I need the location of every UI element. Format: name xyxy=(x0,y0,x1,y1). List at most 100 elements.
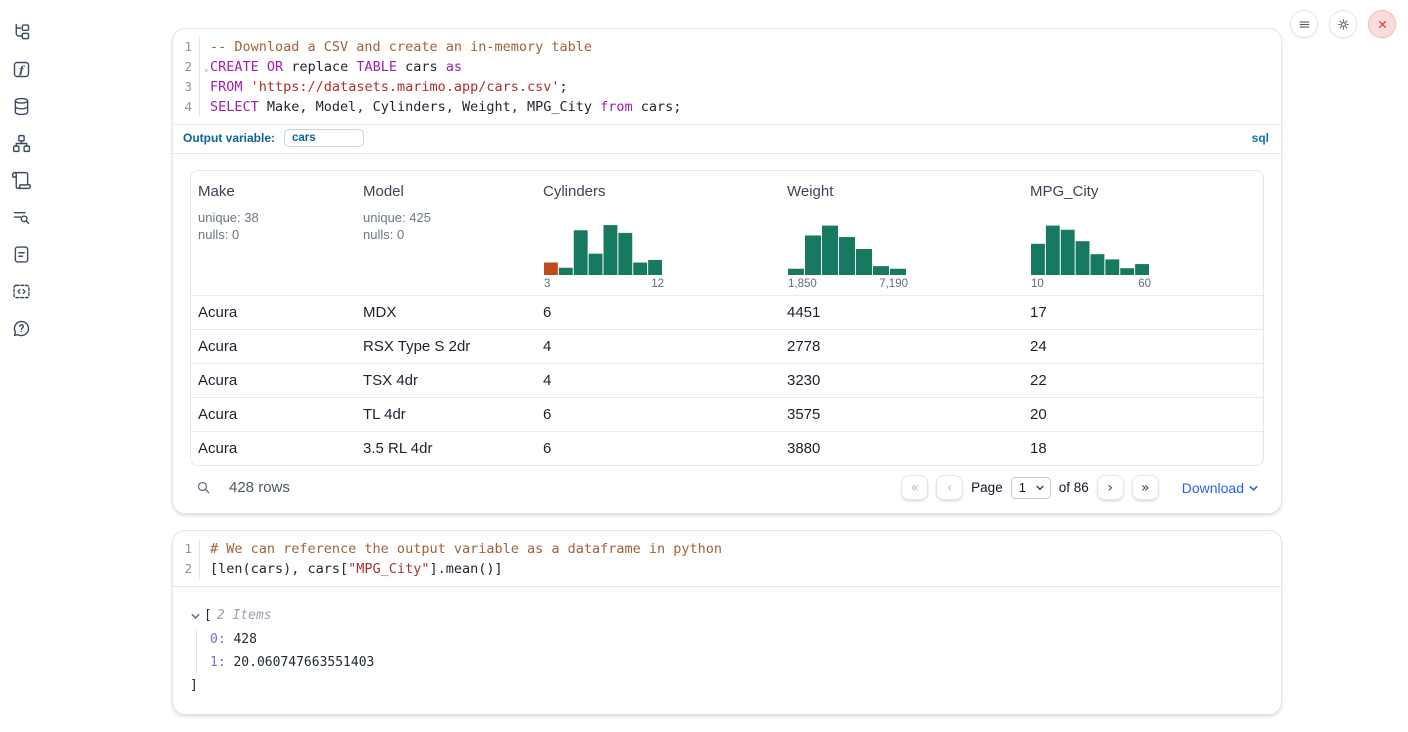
line-number: 2 xyxy=(173,559,200,579)
gear-icon xyxy=(1336,17,1351,32)
histogram-axis-labels: 10 60 xyxy=(1031,278,1151,290)
table-cell: 24 xyxy=(1023,330,1263,363)
code-text: [len(cars), cars["MPG_City"].mean()] xyxy=(210,559,503,579)
code-line[interactable]: 3 FROM 'https://datasets.marimo.app/cars.… xyxy=(173,77,1281,97)
code-line[interactable]: 2⌄ CREATE OR replace TABLE cars as xyxy=(173,57,1281,77)
table-cell: 2778 xyxy=(780,330,1023,363)
column-histogram[interactable]: 10 60 xyxy=(1031,223,1151,290)
file-tree-icon[interactable] xyxy=(11,21,33,43)
column-header[interactable]: MPG_City 10 60 xyxy=(1023,183,1263,295)
line-number: 1 xyxy=(173,539,200,559)
table-header-row: Makeunique: 38nulls: 0Modelunique: 425nu… xyxy=(191,171,1263,295)
page-select[interactable]: 1 xyxy=(1011,477,1051,499)
table-cell: 3880 xyxy=(780,432,1023,465)
next-page-button[interactable]: › xyxy=(1097,475,1124,500)
menu-button[interactable] xyxy=(1290,10,1318,38)
search-icon[interactable] xyxy=(195,479,212,496)
sql-output: Makeunique: 38nulls: 0Modelunique: 425nu… xyxy=(173,154,1281,513)
code-line[interactable]: 2 [len(cars), cars["MPG_City"].mean()] xyxy=(173,559,1281,579)
outline-search-icon[interactable] xyxy=(11,206,33,228)
tree-body: 0: 4281: 20.060747663551403 xyxy=(196,629,1264,674)
page-select-value: 1 xyxy=(1019,480,1026,495)
item-value: 428 xyxy=(226,632,257,647)
axis-label: 10 xyxy=(1031,278,1044,290)
table-cell: 18 xyxy=(1023,432,1263,465)
notebook: 1-- Download a CSV and create an in-memo… xyxy=(173,29,1281,732)
table-cell: 22 xyxy=(1023,364,1263,397)
column-header[interactable]: Modelunique: 425nulls: 0 xyxy=(356,183,536,295)
axis-label: 1,850 xyxy=(788,278,817,290)
documentation-icon[interactable] xyxy=(11,243,33,265)
column-stats: unique: 38nulls: 0 xyxy=(198,210,356,243)
fold-icon[interactable]: ⌄ xyxy=(204,59,209,79)
table-cell: 6 xyxy=(536,296,780,329)
tree-root: [ 2 Items xyxy=(190,606,1264,626)
table-row[interactable]: AcuraTL 4dr6357520 xyxy=(191,397,1263,431)
language-badge: sql xyxy=(1252,131,1269,145)
line-number: 2⌄ xyxy=(173,57,200,77)
last-page-button[interactable]: » xyxy=(1132,475,1159,500)
column-stats: unique: 425nulls: 0 xyxy=(363,210,536,243)
column-histogram[interactable]: 1,8507,190 xyxy=(788,223,908,290)
axis-label: 12 xyxy=(651,278,664,290)
table-row[interactable]: AcuraTSX 4dr4323022 xyxy=(191,363,1263,397)
table-row[interactable]: AcuraRSX Type S 2dr4277824 xyxy=(191,329,1263,363)
table-cell: 17 xyxy=(1023,296,1263,329)
table-cell: Acura xyxy=(191,296,356,329)
python-code[interactable]: 1# We can reference the output variable … xyxy=(173,531,1281,586)
menu-icon xyxy=(1297,17,1312,32)
table-cell: 6 xyxy=(536,432,780,465)
download-button[interactable]: Download xyxy=(1182,480,1259,496)
code-line[interactable]: 1-- Download a CSV and create an in-memo… xyxy=(173,37,1281,57)
collapse-caret-icon[interactable] xyxy=(190,611,201,622)
list-item: 1: 20.060747663551403 xyxy=(210,652,1264,675)
snippets-icon[interactable] xyxy=(11,280,33,302)
line-number: 3 xyxy=(173,77,200,97)
axis-label: 3 xyxy=(544,278,550,290)
open-bracket: [ xyxy=(204,606,212,626)
code-text: FROM 'https://datasets.marimo.app/cars.c… xyxy=(210,77,568,97)
table-cell: 4451 xyxy=(780,296,1023,329)
functions-icon[interactable]: f xyxy=(11,58,33,80)
sql-cell: 1-- Download a CSV and create an in-memo… xyxy=(173,29,1281,513)
first-page-button[interactable]: « xyxy=(901,475,928,500)
pagination: « ‹ Page 1 of 86 › » Download xyxy=(901,475,1259,500)
code-text: SELECT Make, Model, Cylinders, Weight, M… xyxy=(210,97,681,117)
settings-button[interactable] xyxy=(1329,10,1357,38)
table-row[interactable]: Acura3.5 RL 4dr6388018 xyxy=(191,431,1263,465)
table-cell: 4 xyxy=(536,330,780,363)
dependency-graph-icon[interactable] xyxy=(11,132,33,154)
output-variable-input[interactable] xyxy=(284,129,364,147)
table-row[interactable]: AcuraMDX6445117 xyxy=(191,295,1263,329)
table-cell: TSX 4dr xyxy=(356,364,536,397)
sql-code[interactable]: 1-- Download a CSV and create an in-memo… xyxy=(173,29,1281,124)
line-number: 1 xyxy=(173,37,200,57)
code-line[interactable]: 1# We can reference the output variable … xyxy=(173,539,1281,559)
table-cell: Acura xyxy=(191,364,356,397)
axis-label: 60 xyxy=(1138,278,1151,290)
column-name: MPG_City xyxy=(1030,183,1263,200)
table-cell: MDX xyxy=(356,296,536,329)
list-item: 0: 428 xyxy=(210,629,1264,652)
help-icon[interactable] xyxy=(11,317,33,339)
column-header[interactable]: Weight1,8507,190 xyxy=(780,183,1023,295)
sql-editor-footer: Output variable: sql xyxy=(173,124,1281,153)
table-cell: 3230 xyxy=(780,364,1023,397)
table-cell: 3575 xyxy=(780,398,1023,431)
sql-editor[interactable]: 1-- Download a CSV and create an in-memo… xyxy=(173,29,1281,154)
item-index: 1: xyxy=(210,655,226,670)
code-line[interactable]: 4SELECT Make, Model, Cylinders, Weight, … xyxy=(173,97,1281,117)
python-editor[interactable]: 1# We can reference the output variable … xyxy=(173,531,1281,587)
first-page-icon: « xyxy=(910,481,919,495)
datasources-icon[interactable] xyxy=(11,95,33,117)
top-controls xyxy=(1290,10,1396,38)
logs-icon[interactable] xyxy=(11,169,33,191)
shutdown-button[interactable] xyxy=(1368,10,1396,38)
prev-page-button[interactable]: ‹ xyxy=(936,475,963,500)
column-histogram[interactable]: 3 12 xyxy=(544,223,664,290)
next-page-icon: › xyxy=(1107,481,1113,495)
column-header[interactable]: Cylinders312 xyxy=(536,183,780,295)
prev-page-icon: ‹ xyxy=(947,481,953,495)
code-text: CREATE OR replace TABLE cars as xyxy=(210,57,462,77)
column-header[interactable]: Makeunique: 38nulls: 0 xyxy=(191,183,356,295)
